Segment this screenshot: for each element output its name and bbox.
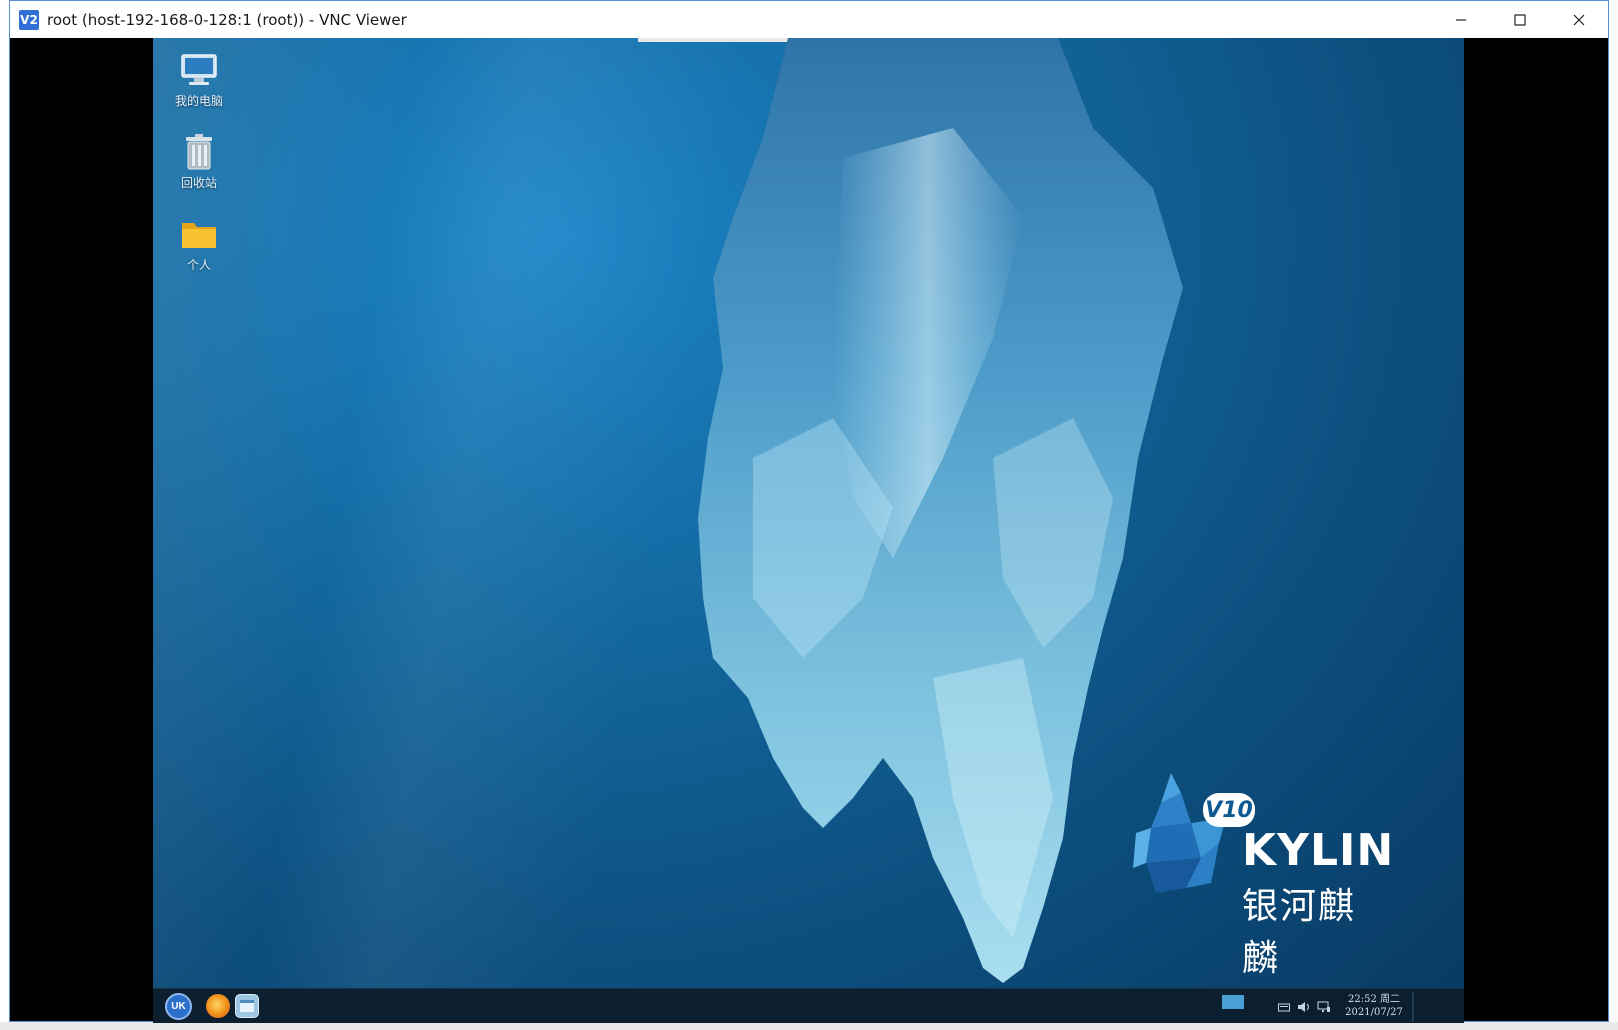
remote-desktop[interactable]: 我的电脑 回收站 个人 V10 KYLIN 银河麒麟 UK 22:52 周二 2… bbox=[153, 38, 1464, 1023]
folder-icon bbox=[179, 216, 219, 252]
network-icon[interactable] bbox=[1317, 1000, 1331, 1014]
clock-time: 22:52 周二 bbox=[1348, 994, 1400, 1005]
start-menu-button[interactable]: UK bbox=[165, 993, 192, 1020]
minimize-icon bbox=[1455, 18, 1466, 21]
close-button[interactable] bbox=[1549, 1, 1608, 38]
file-manager-icon[interactable] bbox=[235, 994, 259, 1018]
kylin-chinese-wordmark: 银河麒麟 bbox=[1242, 886, 1357, 979]
close-icon bbox=[1573, 14, 1584, 25]
kylin-logo: V10 KYLIN 银河麒麟 bbox=[1131, 753, 1395, 979]
vnc-viewer-window: V2 root (host-192-168-0-128:1 (root)) - … bbox=[9, 0, 1609, 1023]
keyboard-icon[interactable] bbox=[1277, 1000, 1291, 1014]
taskbar: UK 22:52 周二 2021/07/27 bbox=[153, 988, 1464, 1023]
minimize-button[interactable] bbox=[1431, 1, 1490, 38]
window-controls bbox=[1431, 1, 1608, 38]
workspace-switcher[interactable] bbox=[1222, 995, 1244, 1009]
maximize-button[interactable] bbox=[1490, 1, 1549, 38]
maximize-icon bbox=[1513, 13, 1526, 26]
desktop-icon-computer[interactable]: 我的电脑 bbox=[159, 52, 239, 109]
taskbar-clock[interactable]: 22:52 周二 2021/07/27 bbox=[1343, 993, 1405, 1019]
desktop-icon-label: 回收站 bbox=[180, 176, 217, 190]
host-desktop-bottom-edge bbox=[0, 1022, 1618, 1030]
desktop-icon-trash[interactable]: 回收站 bbox=[159, 134, 239, 191]
window-titlebar[interactable]: V2 root (host-192-168-0-128:1 (root)) - … bbox=[10, 1, 1608, 38]
desktop-icon-home-folder[interactable]: 个人 bbox=[159, 216, 239, 273]
kylin-wordmark: KYLIN bbox=[1242, 825, 1395, 876]
desktop-icon-label: 个人 bbox=[186, 258, 211, 272]
host-desktop-right-edge bbox=[1609, 0, 1618, 1030]
computer-icon bbox=[179, 52, 219, 88]
trash-icon bbox=[179, 134, 219, 170]
desktop-icon-label: 我的电脑 bbox=[174, 94, 223, 108]
window-title: root (host-192-168-0-128:1 (root)) - VNC… bbox=[47, 10, 407, 29]
volume-icon[interactable] bbox=[1297, 1000, 1311, 1014]
host-desktop-left-edge bbox=[0, 0, 9, 1030]
browser-icon[interactable] bbox=[206, 994, 230, 1018]
vnc-app-icon: V2 bbox=[19, 9, 39, 30]
kylin-version-badge: V10 bbox=[1203, 793, 1255, 827]
clock-date: 2021/07/27 bbox=[1345, 1007, 1403, 1018]
show-desktop-button[interactable] bbox=[1412, 991, 1414, 1022]
